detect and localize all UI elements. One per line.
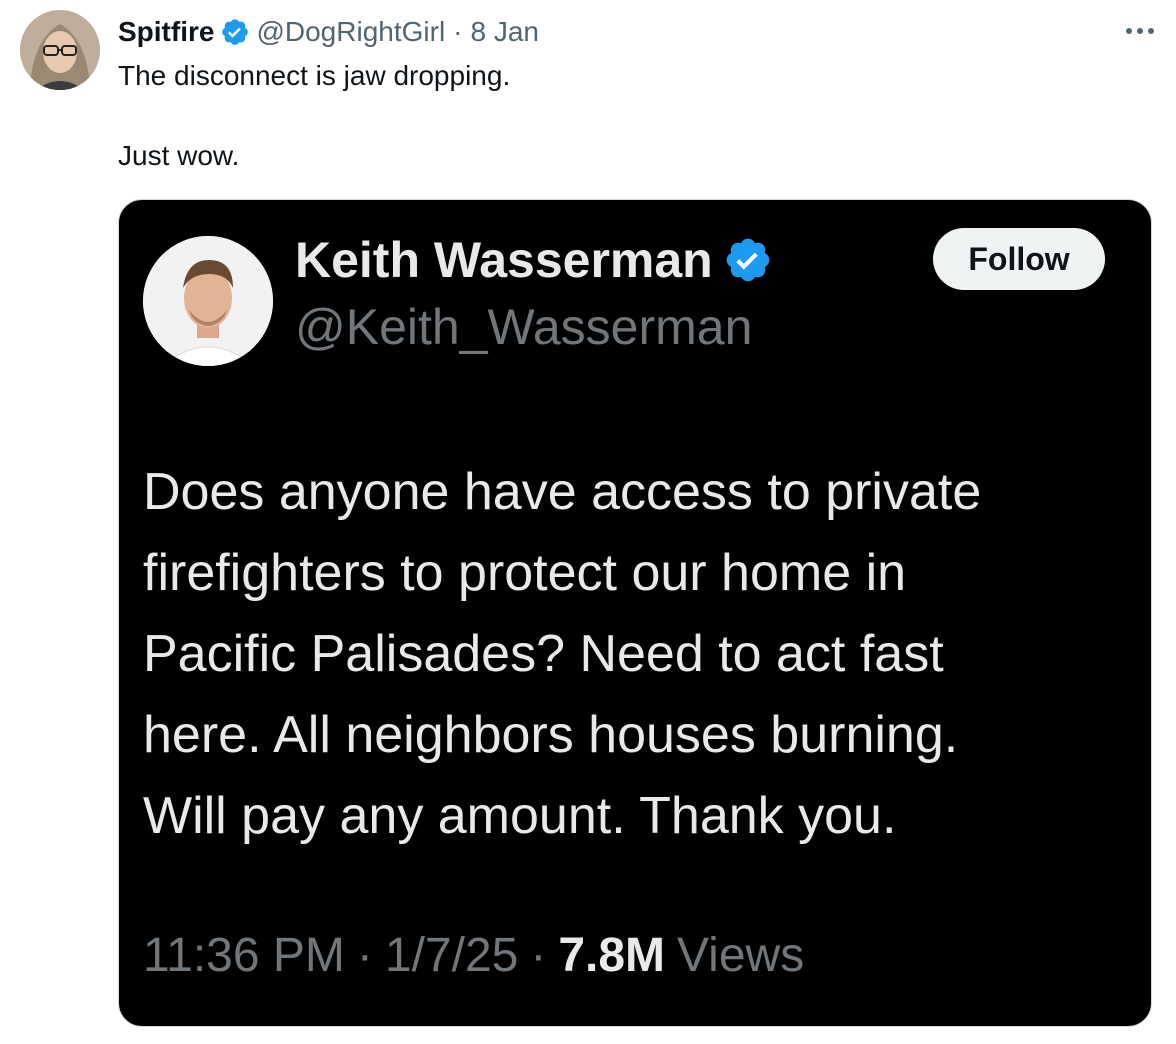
quoted-text-line: here. All neighbors houses burning. [143, 706, 959, 764]
author-name[interactable]: Spitfire [118, 16, 214, 48]
quoted-tweet-card[interactable]: Keith Wasserman @Keith_Wasserman Follow … [118, 199, 1152, 1027]
quoted-tweet-text: Does anyone have access to private firef… [143, 452, 1133, 857]
quoted-text-line: firefighters to protect our home in [143, 544, 907, 602]
quoted-author-name[interactable]: Keith Wasserman [295, 231, 713, 289]
author-avatar-image [20, 10, 100, 90]
quoted-date[interactable]: 1/7/25 [385, 928, 518, 983]
quoted-text-line: Will pay any amount. Thank you. [143, 787, 897, 845]
quoted-text-line: Does anyone have access to private [143, 463, 982, 521]
tweet-text-line: The disconnect is jaw dropping. [118, 60, 511, 91]
quoted-header: Keith Wasserman [295, 230, 773, 290]
more-dot [1126, 28, 1132, 34]
tweet-header: Spitfire @DogRightGirl · 8 Jan [118, 12, 539, 52]
follow-button[interactable]: Follow [933, 228, 1105, 290]
quoted-author-avatar[interactable] [143, 236, 273, 366]
verified-badge-icon [222, 19, 249, 45]
author-avatar[interactable] [20, 10, 100, 90]
tweet-date[interactable]: 8 Jan [471, 16, 540, 48]
more-dot [1148, 28, 1154, 34]
separator-dot: · [356, 929, 373, 982]
quoted-author-avatar-image [143, 236, 273, 366]
views-count: 7.8M [558, 929, 666, 982]
more-dots-icon[interactable] [1126, 14, 1154, 48]
views-label: Views [677, 929, 805, 982]
separator-dot: · [530, 929, 547, 982]
more-dot [1137, 28, 1143, 34]
tweet-text-line: Just wow. [118, 140, 240, 171]
quoted-time[interactable]: 11:36 PM [143, 928, 345, 983]
separator-dot: · [453, 16, 463, 47]
quoted-author-handle[interactable]: @Keith_Wasserman [295, 298, 752, 356]
quoted-text-line: Pacific Palisades? Need to act fast [143, 625, 944, 683]
author-handle[interactable]: @DogRightGirl [256, 16, 445, 48]
tweet-text: The disconnect is jaw dropping. Just wow… [118, 56, 1118, 176]
quoted-tweet-meta: 11:36 PM · 1/7/25 · 7.8M Views [143, 928, 804, 983]
verified-badge-icon [726, 238, 770, 282]
